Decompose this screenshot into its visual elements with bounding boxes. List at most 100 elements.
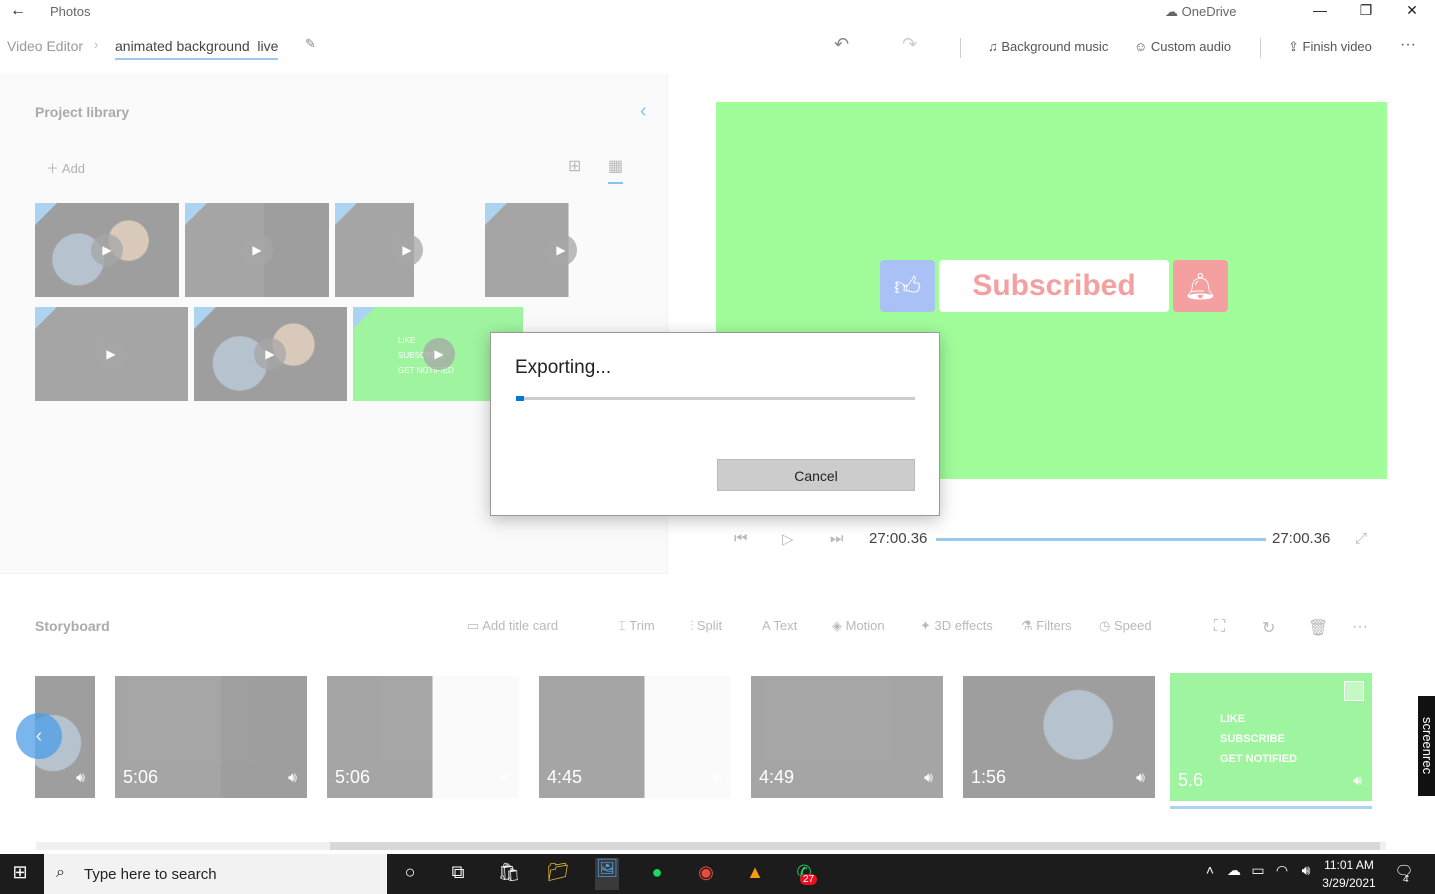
library-thumbnail[interactable]: ▶ [485,203,637,297]
close-button[interactable]: ✕ [1392,2,1432,19]
storyboard-clip[interactable]: 5:06 🔊︎ [327,676,519,798]
3d-effects-button[interactable]: ✦ 3D effects [920,618,993,634]
clip-duration: 4:45 [547,767,583,787]
motion-label: Motion [845,618,885,633]
store-icon[interactable]: 🛍︎ [497,862,521,886]
redo-icon[interactable]: ↷ [902,34,917,55]
cancel-button[interactable]: Cancel [717,459,915,491]
clip-duration: 5:06 [123,767,159,787]
small-grid-icon[interactable]: ▦ [608,156,624,184]
resize-icon[interactable]: ⛶ [1214,618,1225,636]
speed-button[interactable]: ◷ Speed [1099,618,1152,634]
library-thumbnail[interactable]: ▶ [35,307,188,401]
storyboard-clip[interactable]: 4:45 🔊︎ [539,676,731,798]
file-explorer-icon[interactable]: 📁︎ [546,862,570,886]
scroll-left-button[interactable]: ‹ [16,713,62,759]
split-button[interactable]: ⫶ Split [690,618,722,634]
collapse-chevron-icon[interactable]: ‹ [640,100,647,123]
text-button[interactable]: A Text [762,618,797,633]
cortana-icon[interactable]: ○ [398,862,422,886]
wifi-icon[interactable]: ◠ [1270,862,1294,886]
play-icon[interactable]: ▷ [782,530,794,548]
fullscreen-icon[interactable]: ⤢ [1355,530,1367,547]
library-thumbnail[interactable]: ▶ [185,203,329,297]
custom-audio-button[interactable]: ☺ Custom audio [1134,39,1231,54]
delete-icon[interactable]: 🗑︎ [1308,618,1328,638]
volume-icon[interactable]: 🔊︎ [76,769,85,786]
seek-bar[interactable] [936,538,1266,541]
volume-icon[interactable]: 🔊︎ [288,769,297,786]
notified-label: GET NOTIFIED [1220,753,1297,765]
battery-icon[interactable]: ▭ [1246,862,1270,886]
spotify-icon[interactable]: ● [645,862,669,886]
library-thumbnail[interactable]: ▶ [335,203,479,297]
onedrive-label: OneDrive [1181,4,1237,19]
background-music-label: Background music [1001,39,1109,54]
onedrive-status[interactable]: ☁ OneDrive [1165,4,1237,20]
motion-button[interactable]: ◈ Motion [832,618,885,634]
finish-video-button[interactable]: ⇪ Finish video [1288,39,1372,55]
finish-video-label: Finish video [1302,39,1372,54]
volume-icon[interactable]: 🔊︎ [712,769,721,786]
vlc-icon[interactable]: ▲ [743,862,767,886]
previous-frame-icon[interactable]: ⏮︎ [734,530,748,547]
toolbar-divider [960,38,961,58]
add-title-card-button[interactable]: ▭ Add title card [467,618,558,634]
filters-button[interactable]: ⚗ Filters [1021,618,1072,634]
breadcrumb-video-editor[interactable]: Video Editor [7,38,83,54]
photos-icon[interactable]: 🖼︎ [595,858,619,890]
show-hidden-icons[interactable]: ˄ [1198,862,1222,886]
like-label: LIKE [1220,713,1246,725]
trim-button[interactable]: ⌶ Trim [618,618,655,634]
task-view-icon[interactable]: ⧉ [446,862,470,886]
play-icon: ▶ [391,234,423,266]
time: 11:01 AM [1324,858,1374,872]
back-arrow-icon[interactable]: ← [10,2,26,20]
speed-label: Speed [1113,618,1152,633]
storyboard-title: Storyboard [35,618,110,634]
storyboard-clip[interactable]: 1:56 🔊︎ [963,676,1155,798]
windows-start-icon[interactable]: ⊞ [8,862,32,886]
next-frame-icon[interactable]: ⏭︎ [830,530,844,547]
large-grid-icon[interactable]: ⊞ [568,156,581,176]
more-options-button[interactable]: ··· [1400,36,1416,54]
project-library-title: Project library [35,104,130,120]
export-progress-fill [516,396,524,401]
screenrec-watermark: screenrec [1418,696,1435,796]
storyboard-clip-selected[interactable]: LIKE SUBSCRIBE GET NOTIFIED 5.6 🔊︎ [1170,673,1372,801]
clock[interactable]: 11:01 AM 3/29/2021 [1314,858,1384,890]
library-thumbnail[interactable]: ▶ [35,203,179,297]
undo-icon[interactable]: ↶ [834,34,849,55]
bell-icon: 🔔︎ [1173,260,1228,312]
storyboard-scrollbar-thumb[interactable] [330,842,1380,850]
clip-checkbox[interactable] [1344,681,1364,701]
split-label: Split [696,618,723,633]
clip-duration: 5.6 [1178,770,1204,790]
project-name[interactable]: animated background live [115,38,279,60]
minimize-button[interactable]: — [1300,2,1340,18]
restore-button[interactable]: ❐ [1346,2,1386,19]
breadcrumb-chevron-icon: › [94,37,99,52]
volume-icon[interactable]: 🔊︎ [1353,772,1362,789]
text-label: Text [773,618,798,633]
chrome-icon[interactable]: ◉ [694,862,718,886]
edit-pencil-icon[interactable]: ✎ [305,36,316,52]
volume-icon[interactable]: 🔊︎ [924,769,933,786]
total-time: 27:00.36 [1272,530,1331,547]
background-music-button[interactable]: ♫ Background music [988,39,1108,54]
storyboard-more-button[interactable]: ··· [1352,618,1368,636]
taskbar-search[interactable]: ⌕ Type here to search [44,854,387,894]
library-thumbnail[interactable]: ▶ [194,307,347,401]
storyboard-clip[interactable]: 5:06 🔊︎ [115,676,307,798]
onedrive-tray-icon[interactable]: ☁ [1222,862,1246,886]
storyboard-clip[interactable]: 4:49 🔊︎ [751,676,943,798]
add-button[interactable]: ＋ Add [46,158,85,177]
current-time: 27:00.36 [869,530,928,547]
volume-icon[interactable]: 🔊︎ [500,769,509,786]
date: 3/29/2021 [1322,876,1376,890]
rotate-icon[interactable]: ↻ [1262,618,1275,638]
volume-icon[interactable]: 🔊︎ [1136,769,1145,786]
play-icon: ▶ [91,234,123,266]
search-placeholder: Type here to search [84,866,217,883]
trim-label: Trim [629,618,655,633]
